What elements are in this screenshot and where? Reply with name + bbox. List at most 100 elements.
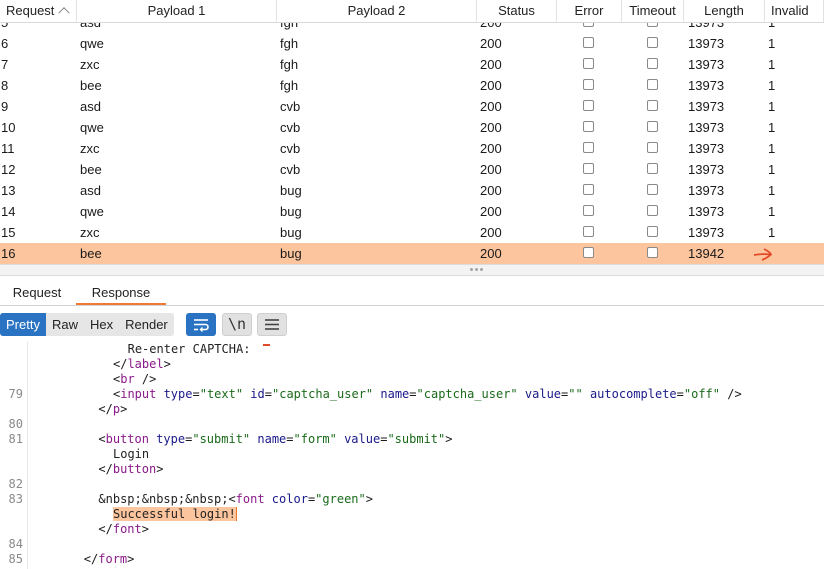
table-row[interactable]: 14 qwe bug 200 13973 1 [0,201,824,222]
error-checkbox[interactable] [583,58,594,69]
line-number: 79 [8,387,23,401]
line-number: 83 [8,492,23,506]
annotation-mark [263,344,270,346]
code-token: input [120,387,157,401]
table-row[interactable]: 15 zxc bug 200 13973 1 [0,222,824,243]
column-header-request[interactable]: Request [0,0,77,22]
cell-payload2: bug [280,225,302,240]
code-token: color [264,492,308,506]
timeout-checkbox[interactable] [647,142,658,153]
code-line: </label> [113,357,171,372]
timeout-checkbox[interactable] [647,37,658,48]
code-token: form [98,552,128,566]
error-checkbox[interactable] [583,79,594,90]
table-row[interactable]: 11 zxc cvb 200 13973 1 [0,138,824,159]
pane-splitter[interactable] [0,264,824,276]
error-checkbox[interactable] [583,205,594,216]
table-row[interactable]: 8 bee fgh 200 13973 1 [0,75,824,96]
cell-payload2: fgh [280,57,299,72]
cell-payload2: bug [280,246,302,261]
code-token: = [409,387,417,401]
table-row[interactable]: 13 asd bug 200 13973 1 [0,180,824,201]
timeout-checkbox[interactable] [647,121,658,132]
code-line: <button type="submit" name="form" value=… [98,432,452,447]
column-header-payload-2[interactable]: Payload 2 [277,0,477,22]
code-token: </ [98,402,113,416]
column-header-length[interactable]: Length [684,0,765,22]
code-token: br [120,372,135,386]
timeout-checkbox[interactable] [647,205,658,216]
response-editor[interactable]: 79 80 81 82 83 84 85 Re-enter CAPTCHA: </label>… [0,342,824,569]
view-mode-raw[interactable]: Raw [46,313,84,336]
cell-request: 6 [1,36,9,51]
column-header-status[interactable]: Status [477,0,557,22]
tab-response[interactable]: Response [76,276,166,305]
timeout-checkbox[interactable] [647,184,658,195]
timeout-checkbox[interactable] [647,247,658,258]
error-checkbox[interactable] [583,184,594,195]
timeout-checkbox[interactable] [647,163,658,174]
view-mode-hex[interactable]: Hex [84,313,119,336]
table-row[interactable]: 7 zxc fgh 200 13973 1 [0,54,824,75]
column-header-error[interactable]: Error [557,0,622,22]
line-number: 81 [8,432,23,446]
column-header-timeout[interactable]: Timeout [622,0,684,22]
code-token: font [235,492,265,506]
cell-invalid: 1 [768,78,776,93]
timeout-checkbox[interactable] [647,58,658,69]
show-newlines-button[interactable]: \n [222,313,252,336]
options-menu-button[interactable] [257,313,287,336]
code-token: = [286,432,294,446]
timeout-checkbox[interactable] [647,100,658,111]
column-header-payload-1[interactable]: Payload 1 [77,0,277,22]
code-line: </form> [84,552,135,567]
results-table: 5asdfgh2001397316qwefgh2001397317zxcfgh2… [0,0,824,264]
table-row[interactable]: 9 asd cvb 200 13973 1 [0,96,824,117]
timeout-checkbox[interactable] [647,79,658,90]
code-token: font [112,522,142,536]
cell-status: 200 [480,36,502,51]
cell-status: 200 [480,183,502,198]
cell-status: 200 [480,120,502,135]
cell-invalid: 1 [768,225,776,240]
column-header-invalid[interactable]: Invalid [765,0,824,22]
cell-payload2: fgh [280,78,299,93]
error-checkbox[interactable] [583,226,594,237]
error-checkbox[interactable] [583,100,594,111]
code-token: name [250,432,287,446]
newline-icon: \n [227,315,247,333]
error-checkbox[interactable] [583,121,594,132]
cell-payload1: qwe [80,36,104,51]
code-token: "captcha_user" [416,387,518,401]
column-header-label: Request [6,3,55,18]
tab-request[interactable]: Request [2,276,72,305]
code-token: </ [113,357,128,371]
error-checkbox[interactable] [583,37,594,48]
line-number-gutter: 79 80 81 82 83 84 85 [0,342,28,569]
timeout-checkbox[interactable] [647,226,658,237]
cell-invalid: 1 [768,99,776,114]
code-token: /> [720,387,742,401]
table-row[interactable]: 6 qwe fgh 200 13973 1 [0,33,824,54]
error-checkbox[interactable] [583,247,594,258]
table-row[interactable]: 10 qwe cvb 200 13973 1 [0,117,824,138]
cell-request: 12 [1,162,16,177]
table-row[interactable]: 16 bee bug 200 13942 [0,243,824,264]
word-wrap-button[interactable] [186,313,216,336]
code-token: /> [134,372,157,386]
search-match-highlight: Successful login! [113,507,237,521]
view-mode-pretty[interactable]: Pretty [0,313,46,336]
view-mode-render[interactable]: Render [119,313,174,336]
cell-invalid: 1 [768,162,776,177]
code-token: > [365,492,373,506]
code-token: Re-enter CAPTCHA: [127,342,251,356]
table-row[interactable]: 12 bee cvb 200 13973 1 [0,159,824,180]
code-token: &nbsp;&nbsp;&nbsp; [98,492,229,506]
error-checkbox[interactable] [583,142,594,153]
cell-length: 13973 [688,36,725,51]
cell-length: 13973 [688,141,725,156]
code-token: = [264,387,272,401]
cell-status: 200 [480,141,502,156]
line-number: 84 [8,537,23,551]
error-checkbox[interactable] [583,163,594,174]
